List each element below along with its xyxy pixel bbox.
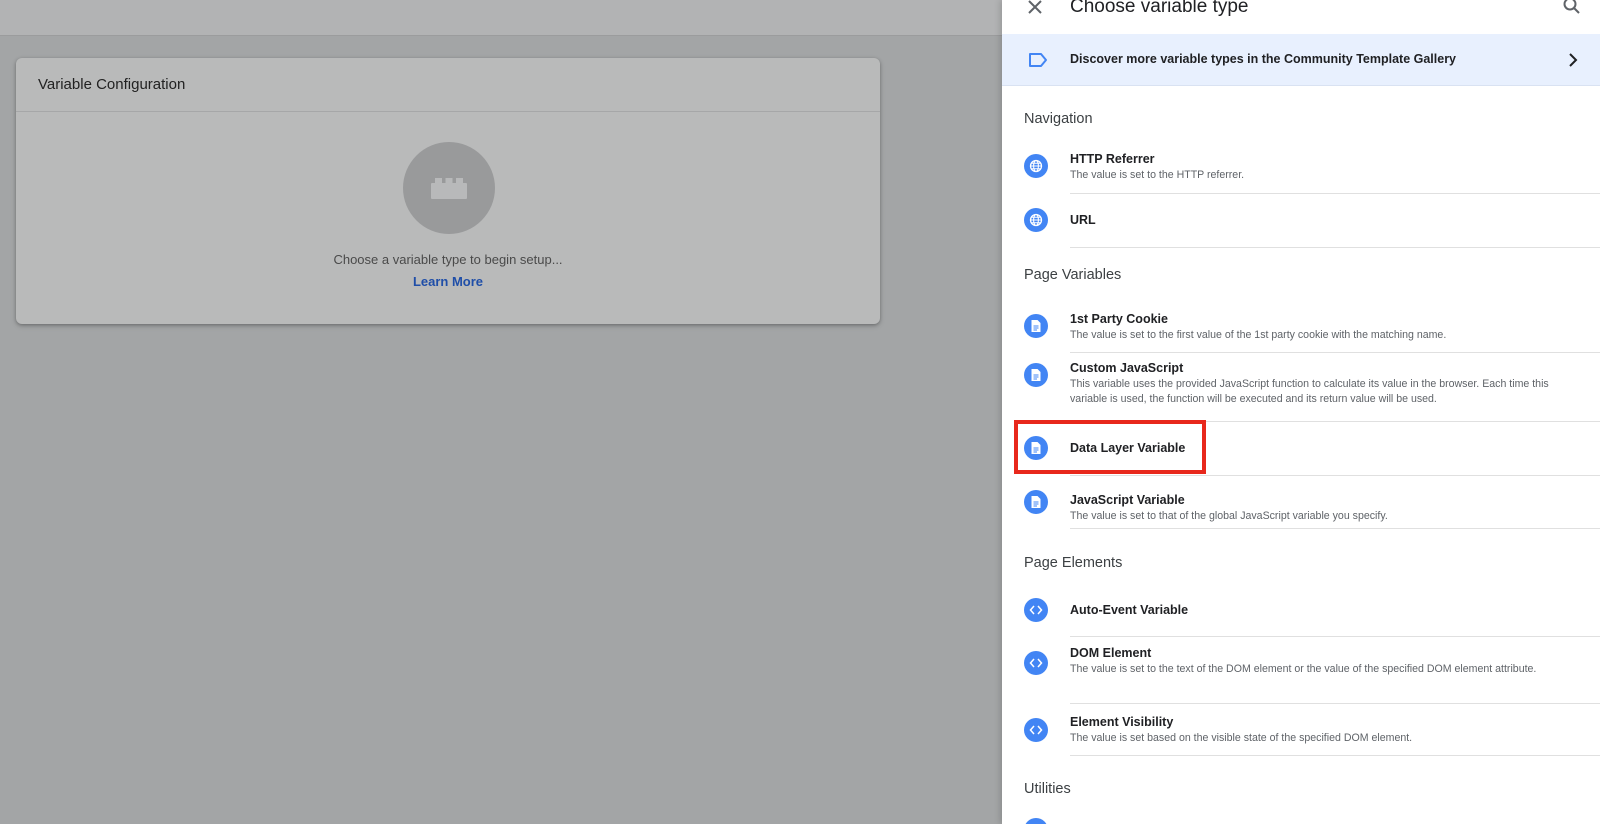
- section-title-navigation: Navigation: [1024, 111, 1093, 127]
- variable-type-auto-event-variable[interactable]: Auto-Event Variable: [1002, 584, 1600, 637]
- section-title-utilities: Utilities: [1024, 781, 1071, 797]
- document-icon: [1024, 314, 1048, 338]
- item-name: Auto-Event Variable: [1070, 603, 1189, 617]
- divider: [1070, 528, 1600, 529]
- choose-variable-type-panel: Choose variable type Discover more varia…: [1002, 0, 1600, 824]
- chevron-right-icon: [1569, 53, 1578, 67]
- code-icon: [1024, 651, 1048, 675]
- config-card-title: Variable Configuration: [38, 76, 186, 93]
- close-icon[interactable]: [1024, 0, 1046, 18]
- config-hint-text: Choose a variable type to begin setup...: [333, 252, 563, 267]
- section-title-page-variables: Page Variables: [1024, 267, 1122, 283]
- code-icon: [1024, 718, 1048, 742]
- document-icon: [1024, 490, 1048, 514]
- section-title-page-elements: Page Elements: [1024, 555, 1123, 571]
- item-description: The value is set to the HTTP referrer.: [1070, 169, 1245, 181]
- item-name: URL: [1070, 213, 1096, 227]
- variable-type-custom-javascript[interactable]: Custom JavaScript This variable uses the…: [1002, 353, 1600, 422]
- document-icon: [1024, 363, 1048, 387]
- config-card-body: Choose a variable type to begin setup...…: [16, 112, 880, 324]
- item-description: The value is set to the text of the DOM …: [1070, 663, 1537, 675]
- utility-icon: [1024, 818, 1048, 824]
- item-name: Data Layer Variable: [1070, 441, 1186, 455]
- community-template-gallery-banner[interactable]: Discover more variable types in the Comm…: [1002, 34, 1600, 86]
- divider: [1070, 247, 1600, 248]
- globe-icon: [1024, 208, 1048, 232]
- item-name: Element Visibility: [1070, 715, 1174, 729]
- panel-header: Choose variable type: [1002, 0, 1600, 34]
- item-name: JavaScript Variable: [1070, 493, 1185, 507]
- item-description: The value is set to the first value of t…: [1070, 329, 1447, 341]
- variable-type-partial-item[interactable]: [1002, 812, 1600, 824]
- variable-type-data-layer-variable[interactable]: Data Layer Variable: [1002, 422, 1600, 476]
- item-description: The value is set to that of the global J…: [1070, 510, 1388, 522]
- variable-type-element-visibility[interactable]: Element Visibility The value is set base…: [1002, 704, 1600, 756]
- variable-type-url[interactable]: URL: [1002, 194, 1600, 248]
- item-description: The value is set based on the visible st…: [1070, 732, 1413, 744]
- item-name: 1st Party Cookie: [1070, 312, 1168, 326]
- globe-icon: [1024, 154, 1048, 178]
- variable-type-http-referrer[interactable]: HTTP Referrer The value is set to the HT…: [1002, 146, 1600, 194]
- item-name: DOM Element: [1070, 646, 1152, 660]
- variable-type-javascript-variable[interactable]: JavaScript Variable The value is set to …: [1002, 476, 1600, 529]
- config-card-header: Variable Configuration: [16, 58, 880, 112]
- lego-brick-icon: [431, 178, 467, 199]
- item-name: HTTP Referrer: [1070, 152, 1155, 166]
- variable-configuration-card: Variable Configuration Choose a variable…: [16, 58, 880, 324]
- variable-type-placeholder[interactable]: [403, 142, 495, 234]
- learn-more-link[interactable]: Learn More: [16, 274, 880, 289]
- search-icon[interactable]: [1562, 0, 1582, 16]
- background-top-bar: [0, 0, 1002, 36]
- item-description: This variable uses the provided JavaScri…: [1070, 378, 1549, 405]
- panel-title: Choose variable type: [1070, 0, 1249, 17]
- variable-type-1st-party-cookie[interactable]: 1st Party Cookie The value is set to the…: [1002, 304, 1600, 353]
- document-icon: [1024, 436, 1048, 460]
- divider: [1070, 755, 1600, 756]
- code-icon: [1024, 598, 1048, 622]
- item-name: Custom JavaScript: [1070, 361, 1184, 375]
- gallery-banner-text: Discover more variable types in the Comm…: [1070, 52, 1457, 66]
- variable-type-dom-element[interactable]: DOM Element The value is set to the text…: [1002, 637, 1600, 704]
- tag-icon: [1029, 53, 1047, 67]
